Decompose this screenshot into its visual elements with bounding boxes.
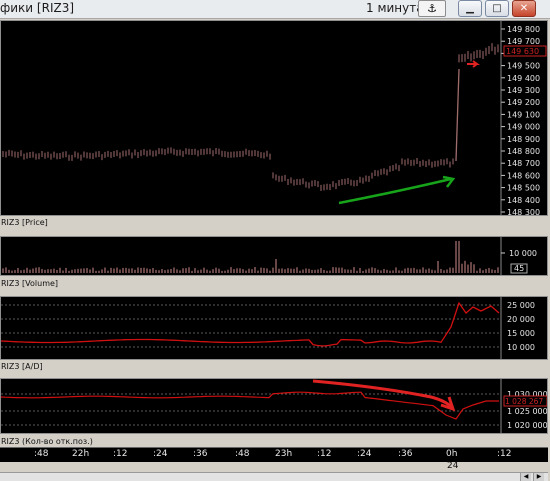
ad-chart: 25 000 20 000 15 000 10 000 [0,297,535,359]
ad-axis-label: 10 000 [507,343,535,352]
time-axis: :48 22h :12 :24 :36 :48 23h :12 :24 :36 0h :12 [0,447,548,462]
time-axis-day-label: 24 [447,461,459,471]
window-title: фики [RIZ3] [0,1,75,15]
volume-axis-label: 10 000 [509,249,537,258]
time-axis-label: :48 [34,449,49,459]
price-axis-label: 149 000 [507,123,540,132]
price-axis-label: 148 900 [507,135,540,144]
ad-panel-label: RIZ3 [A/D] [1,362,43,371]
price-axis-label: 149 500 [507,62,540,71]
time-axis-label: :48 [235,449,250,459]
ad-axis-label: 25 000 [507,301,535,310]
title-bar: фики [RIZ3] 1 минута ⚓ ▁ □ ✕ [0,0,550,19]
volume-panel-label: RIZ3 [Volume] [1,279,59,288]
price-green-arrow-head [442,175,456,188]
price-axis-label: 149 100 [507,110,540,119]
volume-last-value: 45 [514,264,524,273]
price-axis-label: 148 600 [507,171,540,180]
oi-last-value: 1 028 267 [505,397,543,406]
price-axis-label: 148 700 [507,159,540,168]
ad-axis-label: 20 000 [507,315,535,324]
ad-series-line [0,301,500,347]
price-panel[interactable]: 149 800149 700149 600149 500149 400149 3… [0,20,548,217]
oi-panel[interactable]: 1 030 000 1 025 000 1 020 000 1 028 267 [0,378,548,434]
price-axis-label: 148 800 [507,147,540,156]
price-axis-label: 148 500 [507,184,540,193]
price-axis-label: 149 400 [507,74,540,83]
oi-axis-label: 1 025 000 [507,407,547,416]
price-axis-label: 149 300 [507,86,540,95]
price-green-trend-line [338,177,452,205]
volume-chart: 10 000 45 [2,237,537,275]
price-chart: 149 800149 700149 600149 500149 400149 3… [2,21,547,217]
minimize-button[interactable]: ▁ [458,0,482,17]
price-axis-label: 149 700 [507,37,540,46]
time-axis-label: :24 [357,449,372,459]
price-axis-label: 148 300 [507,208,540,215]
anchor-icon[interactable]: ⚓ [418,0,446,17]
price-axis-label: 149 200 [507,98,540,107]
time-axis-label: 23h [275,449,293,459]
time-axis-label: :12 [113,449,128,459]
time-axis-label: 22h [72,449,90,459]
close-button[interactable]: ✕ [512,0,536,17]
price-red-arrow [467,60,480,68]
oi-axis-label: 1 020 000 [507,421,547,430]
price-axis-label: 148 400 [507,196,540,205]
interval-selector[interactable]: 1 минута [366,1,424,15]
time-axis-label: :12 [317,449,332,459]
price-spike [455,68,460,162]
oi-panel-label: RIZ3 (Кол-во отк.поз.) [1,437,93,446]
volume-panel[interactable]: 10 000 45 [0,236,548,276]
maximize-button[interactable]: □ [485,0,509,17]
time-axis-label: :36 [193,449,208,459]
time-axis-label: :12 [497,449,512,459]
oi-chart: 1 030 0001 025 0001 020 0001 028 267 [0,379,548,433]
time-axis-label: :24 [153,449,168,459]
time-axis-label: 0h [446,449,458,459]
time-axis-label: :36 [398,449,413,459]
price-axis-label: 149 800 [507,25,540,34]
price-panel-label: RIZ3 [Price] [1,218,48,227]
ad-axis-label: 15 000 [507,329,535,338]
price-last-value: 149 630 [506,47,539,56]
ad-panel[interactable]: 25 000 20 000 15 000 10 000 [0,296,548,360]
